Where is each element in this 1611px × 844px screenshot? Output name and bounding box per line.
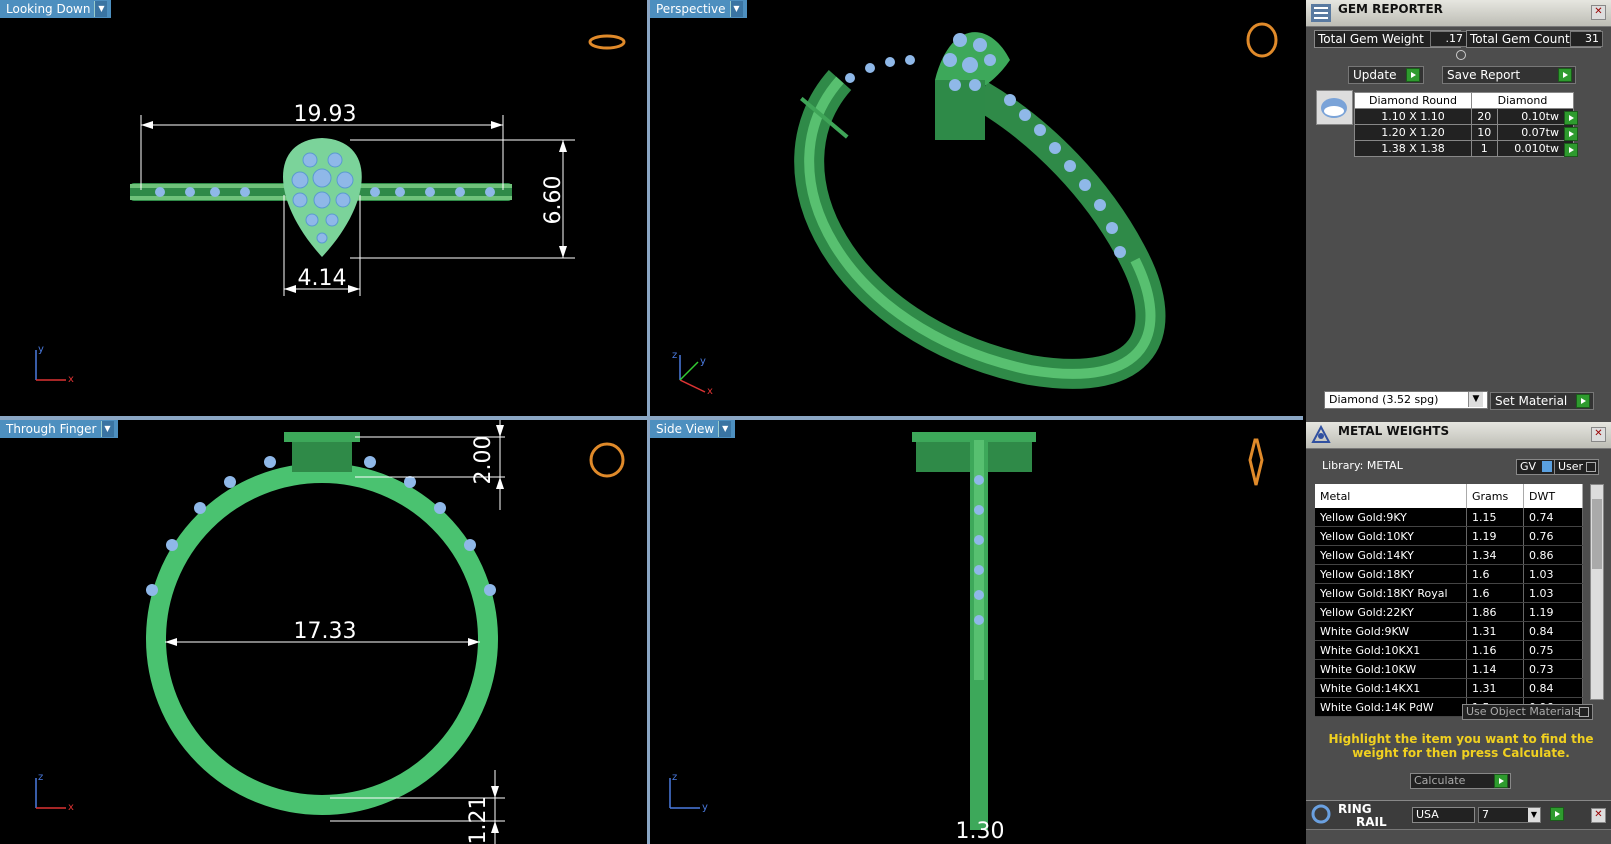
viewport-divider[interactable] (647, 0, 650, 844)
gem-table: Diamond Round Diamond 1.10 X 1.10 20 0.1… (1354, 92, 1575, 157)
axis-x-label: x (68, 374, 74, 385)
metal-row[interactable]: White Gold:10KW 1.14 0.73 (1315, 659, 1583, 679)
scrollbar[interactable] (1590, 484, 1604, 700)
axis-y-label: y (700, 356, 706, 367)
metal-row[interactable]: Yellow Gold:10KY 1.19 0.76 (1315, 526, 1583, 546)
ring-rail-title-2: RAIL (1356, 815, 1387, 829)
ring-rail-go-icon[interactable] (1550, 807, 1564, 821)
metal-row[interactable]: Yellow Gold:18KY 1.6 1.03 (1315, 564, 1583, 584)
save-report-button[interactable]: Save Report (1442, 66, 1576, 84)
axis-y-label: y (702, 802, 708, 813)
axis-z-label: z (38, 772, 43, 783)
total-gem-count-value: 31 (1570, 31, 1603, 47)
chevron-down-icon[interactable]: ▼ (94, 1, 108, 17)
side-panel: GEM REPORTER ✕ Total Gem Weight .17 Tota… (1306, 0, 1611, 844)
metal-table: Metal Grams DWT Yellow Gold:9KY 1.15 0.74 … (1315, 484, 1583, 717)
close-icon[interactable]: ✕ (1591, 808, 1606, 823)
row-go-icon[interactable] (1564, 143, 1578, 157)
metal-row[interactable]: Yellow Gold:14KY 1.34 0.86 (1315, 545, 1583, 565)
close-icon[interactable]: ✕ (1591, 5, 1606, 20)
gem-thumbnail (1316, 90, 1353, 125)
dim-height: 6.60 (541, 176, 566, 225)
chevron-down-icon[interactable]: ▼ (100, 421, 114, 437)
metal-row[interactable]: White Gold:10KX1 1.16 0.75 (1315, 640, 1583, 660)
gem-reporter-header: GEM REPORTER ✕ (1306, 0, 1611, 27)
hint-text: Highlight the item you want to find the … (1328, 732, 1594, 760)
dim-band-width: 1.30 (956, 819, 1005, 844)
set-material-go-icon[interactable] (1576, 394, 1590, 408)
view-cube-icon (1248, 438, 1264, 486)
viewport-looking-down[interactable]: 19.93 6.60 4.14 y x Looking Down ▼ (0, 0, 647, 416)
ring-side-view: 1.30 z y (669, 432, 1264, 844)
row-go-icon[interactable] (1564, 127, 1578, 141)
close-icon[interactable]: ✕ (1591, 427, 1606, 442)
ring-rail-header: RING RAIL USA 7 ▼ ✕ (1306, 800, 1611, 830)
scrollbar-thumb[interactable] (1592, 499, 1602, 569)
viewport-side-view[interactable]: 1.30 z y Side View ▼ (650, 420, 1303, 844)
view-cube-icon (1246, 22, 1278, 58)
gv-toggle[interactable]: GV (1516, 459, 1555, 475)
scale-icon (1311, 425, 1331, 443)
view-cube-icon (588, 34, 626, 50)
ring-perspective-view: z y x (672, 22, 1278, 397)
metal-weights-title: METAL WEIGHTS (1338, 424, 1450, 438)
viewport-label[interactable]: Through Finger ▼ (0, 420, 118, 438)
gem-reporter-icon (1311, 4, 1331, 22)
dim-shank-thickness: 1.21 (466, 796, 491, 844)
axis-y-label: y (38, 344, 44, 355)
chevron-down-icon[interactable]: ▼ (718, 421, 732, 437)
gem-table-header: Diamond Round (1354, 92, 1472, 109)
gem-table-row[interactable]: 1.10 X 1.10 20 0.10tw (1354, 108, 1575, 125)
metal-row[interactable]: Yellow Gold:22KY 1.86 1.19 (1315, 602, 1583, 622)
metal-row[interactable]: Yellow Gold:18KY Royal 1.6 1.03 (1315, 583, 1583, 603)
total-gem-weight-value: .17 (1430, 31, 1467, 47)
viewport-perspective[interactable]: z y x Perspective ▼ (650, 0, 1303, 416)
dim-pear-width: 4.14 (298, 266, 347, 291)
view-cube-icon (589, 442, 625, 478)
gem-reporter-title: GEM REPORTER (1338, 2, 1443, 16)
splitter-handle[interactable] (1456, 50, 1466, 60)
material-select[interactable]: Diamond (3.52 spg) (1324, 391, 1488, 409)
viewport-label[interactable]: Looking Down ▼ (0, 0, 112, 18)
country-select[interactable]: USA (1412, 807, 1475, 823)
gem-table-row[interactable]: 1.38 X 1.38 1 0.010tw (1354, 140, 1575, 157)
viewport-label[interactable]: Perspective ▼ (650, 0, 747, 18)
ring-rail-title-1: RING (1338, 802, 1372, 816)
chevron-down-icon[interactable]: ▼ (729, 1, 743, 17)
metal-row[interactable]: White Gold:9KW 1.31 0.84 (1315, 621, 1583, 641)
metal-row[interactable]: White Gold:14KX1 1.31 0.84 (1315, 678, 1583, 698)
ring-size-select[interactable]: 7 ▼ (1478, 807, 1541, 823)
chevron-down-icon[interactable]: ▼ (1528, 808, 1540, 822)
ring-top-view: 19.93 6.60 4.14 y x (35, 34, 626, 385)
ring-rail-icon (1311, 804, 1331, 824)
viewport-through-finger[interactable]: 2.00 17.33 1.21 z x Through Finger ▼ (0, 420, 647, 844)
viewport-divider[interactable] (0, 416, 1303, 420)
metal-table-header: DWT (1523, 484, 1583, 508)
user-toggle[interactable]: User (1554, 459, 1599, 475)
use-object-materials-checkbox[interactable]: Use Object Materials (1462, 704, 1593, 720)
viewport-label[interactable]: Side View ▼ (650, 420, 736, 438)
metal-row[interactable]: Yellow Gold:9KY 1.15 0.74 (1315, 508, 1583, 527)
axis-x-label: x (707, 386, 713, 397)
dim-width: 19.93 (294, 102, 357, 127)
metal-weights-header: METAL WEIGHTS ✕ (1306, 422, 1611, 449)
calculate-go-icon[interactable] (1494, 774, 1508, 788)
row-go-icon[interactable] (1564, 111, 1578, 125)
axis-z-label: z (672, 772, 677, 783)
gem-table-row[interactable]: 1.20 X 1.20 10 0.07tw (1354, 124, 1575, 141)
library-label: Library: METAL (1322, 459, 1403, 472)
dim-inner-diameter: 17.33 (294, 619, 357, 644)
ring-front-view: 2.00 17.33 1.21 z x (35, 420, 625, 844)
gem-table-header: Diamond (1471, 92, 1574, 109)
chevron-down-icon[interactable]: ▼ (1468, 392, 1483, 407)
save-report-go-icon[interactable] (1558, 68, 1572, 82)
metal-table-header: Grams (1466, 484, 1524, 508)
axis-z-label: z (672, 350, 677, 361)
update-go-icon[interactable] (1406, 68, 1420, 82)
axis-x-label: x (68, 802, 74, 813)
dim-head-height: 2.00 (471, 436, 496, 485)
metal-table-header: Metal (1315, 484, 1467, 508)
